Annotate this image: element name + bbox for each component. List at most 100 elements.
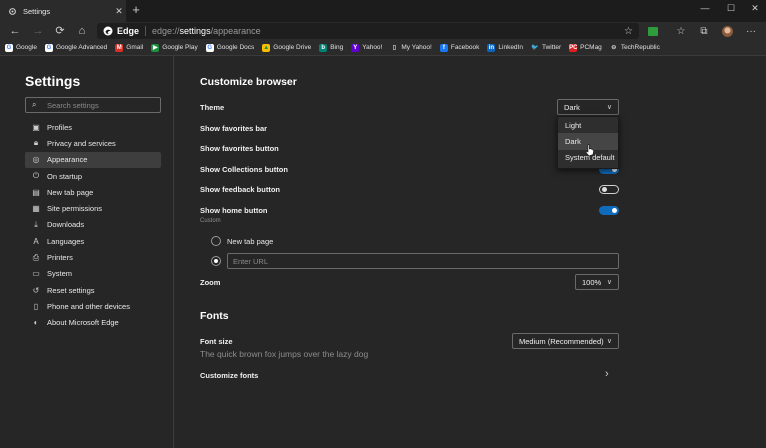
search-settings-input[interactable]: ⌕ Search settings: [25, 97, 161, 113]
show-favorites-bar-label: Show favorites bar: [200, 124, 268, 133]
language-icon: A: [33, 236, 39, 246]
profile-icon: ▣: [32, 122, 40, 132]
sidebar-item-label: On startup: [47, 171, 83, 181]
show-home-button-label: Show home button: [200, 206, 268, 215]
theme-label: Theme: [200, 103, 225, 112]
sidebar-item-label: Printers: [47, 253, 73, 263]
avatar: [721, 25, 733, 37]
theme-dropdown: Light Dark System default: [557, 116, 619, 169]
add-favorite-icon[interactable]: ☆: [624, 26, 633, 37]
permissions-icon: ▦: [32, 204, 40, 214]
custom-url-radio[interactable]: [211, 256, 221, 266]
sidebar-item-system[interactable]: ▭ System: [25, 266, 161, 282]
drive-icon: ▲: [262, 43, 271, 52]
sidebar-item-appearance[interactable]: ◎ Appearance: [25, 151, 161, 168]
favorite-item[interactable]: M Gmail: [115, 43, 143, 52]
sidebar-item-label: Appearance: [47, 155, 88, 165]
favorite-item[interactable]: ⊖ TechRepublic: [609, 43, 660, 52]
google-icon: G: [205, 43, 214, 52]
theme-option[interactable]: Light: [558, 117, 618, 133]
edge-brand-label: Edge: [117, 26, 140, 36]
techrepublic-icon: ⊖: [609, 43, 618, 52]
window-close-button[interactable]: ✕: [740, 0, 766, 16]
sidebar-nav: ▣ Profiles 🔒︎ Privacy and services ◎ Appearan…: [25, 119, 161, 331]
favorite-item[interactable]: G Google Advanced: [44, 43, 107, 52]
favorite-item[interactable]: ▲ Google Drive: [262, 43, 312, 52]
new-tab-radio[interactable]: [211, 236, 221, 246]
favorite-item[interactable]: in LinkedIn: [487, 43, 523, 52]
sidebar-item-about-microsoft-edge[interactable]: ◐ About Microsoft Edge: [25, 315, 161, 331]
settings-sidebar: Settings ⌕ Search settings ▣ Profiles 🔒︎ Pr…: [0, 56, 174, 448]
favorite-item[interactable]: 🐦 Twitter: [530, 43, 561, 52]
google-icon: G: [5, 43, 13, 52]
lock-icon: 🔒︎: [33, 138, 39, 148]
settings-main: Customize browser Theme Dark ∨ Show favo…: [175, 56, 766, 448]
favorite-item[interactable]: ▶ Google Play: [151, 43, 198, 52]
sidebar-item-reset-settings[interactable]: ↺ Reset settings: [25, 282, 161, 298]
sidebar-item-site-permissions[interactable]: ▦ Site permissions: [25, 200, 161, 216]
extension-icon[interactable]: [646, 24, 660, 38]
new-tab-button[interactable]: +: [129, 3, 143, 17]
more-menu-icon[interactable]: ···: [744, 24, 758, 38]
profile-avatar[interactable]: [720, 24, 734, 38]
home-toggle[interactable]: [599, 206, 619, 215]
customize-fonts-label[interactable]: Customize fonts: [200, 371, 258, 380]
feedback-toggle[interactable]: [599, 185, 619, 194]
favorite-item[interactable]: PC PCMag: [569, 43, 602, 52]
forward-button[interactable]: →: [31, 24, 45, 38]
theme-select[interactable]: Dark ∨: [557, 99, 619, 115]
linkedin-icon: in: [487, 43, 496, 52]
bing-icon: b: [319, 43, 328, 52]
fonts-heading: Fonts: [200, 310, 229, 322]
chevron-down-icon: ∨: [606, 338, 612, 345]
chevron-down-icon: ∨: [606, 104, 612, 111]
favorite-item[interactable]: Y Yahoo!: [351, 43, 383, 52]
sidebar-item-label: New tab page: [47, 187, 94, 197]
sidebar-item-profiles[interactable]: ▣ Profiles: [25, 119, 161, 135]
favorite-label: Yahoo!: [362, 44, 383, 51]
favorite-item[interactable]: G Google: [5, 43, 37, 52]
chevron-right-icon[interactable]: ›: [605, 368, 609, 380]
palette-icon: ◎: [32, 155, 40, 165]
favorite-label: Google Docs: [216, 44, 255, 51]
favorite-label: TechRepublic: [620, 44, 660, 51]
favorite-item[interactable]: ▯ My Yahoo!: [390, 43, 432, 52]
download-icon: ⤓: [34, 219, 38, 229]
font-size-label: Font size: [200, 337, 233, 346]
address-bar[interactable]: Edge edge://settings/appearance ☆: [97, 23, 639, 39]
favorite-label: Google Drive: [273, 44, 312, 51]
url-scheme: edge://: [152, 26, 180, 36]
sidebar-item-label: Site permissions: [47, 204, 103, 214]
zoom-select[interactable]: 100% ∨: [575, 274, 619, 290]
sidebar-item-printers[interactable]: ⎙ Printers: [25, 249, 161, 265]
favorites-icon[interactable]: ☆: [674, 24, 688, 38]
collections-icon[interactable]: ⧉: [697, 24, 711, 38]
favorite-label: Facebook: [450, 44, 480, 51]
refresh-button[interactable]: ⟳: [53, 24, 67, 38]
url-host: settings: [179, 26, 211, 36]
edge-icon: [103, 26, 113, 36]
sidebar-item-languages[interactable]: A Languages: [25, 233, 161, 249]
font-size-select[interactable]: Medium (Recommended) ∨: [512, 333, 619, 349]
url-path: /appearance: [210, 26, 261, 36]
back-button[interactable]: ←: [8, 24, 22, 38]
search-placeholder: Search settings: [47, 100, 99, 110]
sidebar-item-on-startup[interactable]: ⏻ On startup: [25, 168, 161, 184]
tab-settings[interactable]: Settings ✕: [0, 0, 126, 22]
home-button-sublabel: Custom: [200, 218, 221, 224]
sidebar-item-privacy-and-services[interactable]: 🔒︎ Privacy and services: [25, 135, 161, 151]
sidebar-title: Settings: [25, 73, 81, 89]
close-tab-icon[interactable]: ✕: [112, 6, 126, 17]
favorite-label: Google Play: [162, 44, 198, 51]
favorite-item[interactable]: b Bing: [319, 43, 343, 52]
phone-icon: ▯: [33, 301, 39, 311]
sidebar-item-new-tab-page[interactable]: ▤ New tab page: [25, 184, 161, 200]
sidebar-item-phone-and-other-devices[interactable]: ▯ Phone and other devices: [25, 298, 161, 314]
home-url-input[interactable]: [227, 253, 619, 269]
favorite-label: Google: [16, 44, 37, 51]
font-size-select-value: Medium (Recommended): [519, 336, 604, 346]
home-button[interactable]: ⌂: [75, 24, 89, 38]
favorite-item[interactable]: G Google Docs: [205, 43, 255, 52]
favorite-item[interactable]: f Facebook: [439, 43, 480, 52]
sidebar-item-downloads[interactable]: ⤓ Downloads: [25, 217, 161, 233]
